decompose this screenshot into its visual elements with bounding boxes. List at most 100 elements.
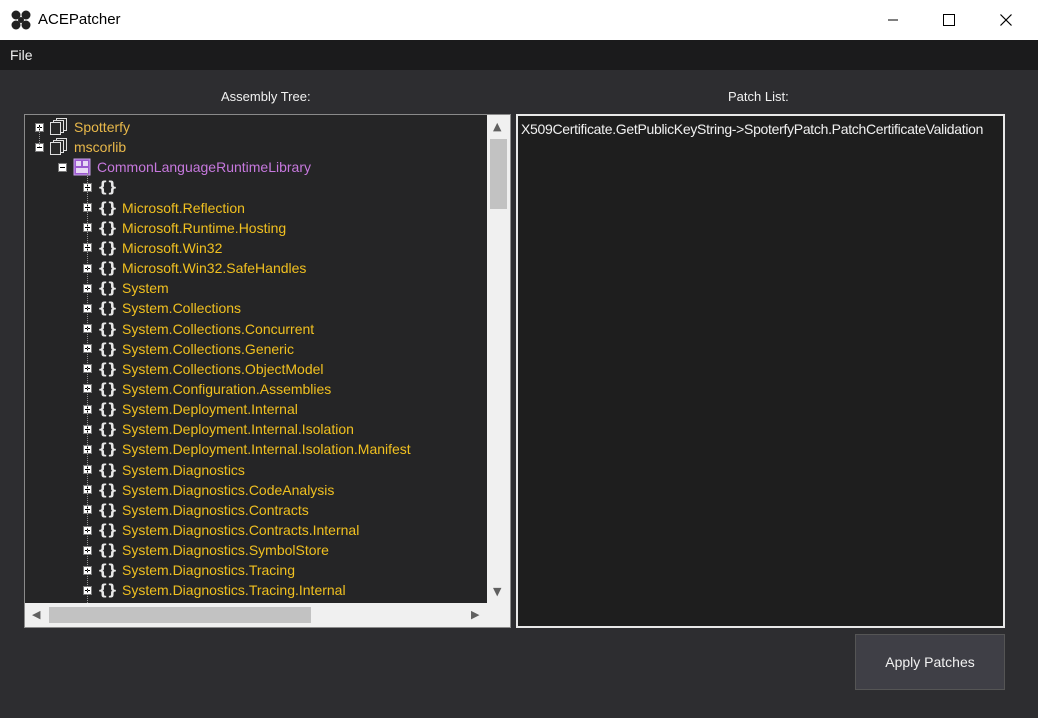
tree-node-label: Spotterfy	[74, 119, 131, 135]
namespace-icon: {}	[97, 561, 117, 580]
tree-node-namespace[interactable]: {} System.Deployment.Internal	[83, 399, 298, 419]
menu-file[interactable]: File	[10, 47, 33, 63]
namespace-icon: {}	[97, 279, 117, 298]
namespace-icon: {}	[97, 440, 117, 459]
close-button[interactable]	[977, 0, 1035, 40]
menu-bar: File	[0, 40, 1038, 70]
tree-node-label: System.Deployment.Internal	[122, 401, 298, 418]
title-bar: ACEPatcher	[0, 0, 1038, 40]
tree-vertical-scroll-thumb[interactable]	[490, 139, 507, 209]
tree-node-namespace[interactable]: {} System.Collections.ObjectModel	[83, 359, 324, 379]
scroll-left-icon[interactable]: ◀	[32, 608, 40, 621]
tree-node-label: System.Diagnostics.SymbolStore	[122, 542, 329, 559]
assembly-tree[interactable]: Spotterfy mscorlib CommonLanguageRuntimeLi…	[24, 114, 511, 628]
window-title: ACEPatcher	[38, 11, 121, 28]
tree-node-namespace[interactable]: {} System.Diagnostics	[83, 460, 245, 480]
tree-node-label: System.Diagnostics.Tracing	[122, 562, 295, 579]
tree-node-label: CommonLanguageRuntimeLibrary	[97, 159, 312, 176]
tree-node-namespace[interactable]: {} System.Collections.Generic	[83, 339, 294, 359]
namespace-icon: {}	[97, 259, 117, 278]
namespace-icon: {}	[97, 198, 117, 217]
tree-node-label: System.Collections.Concurrent	[122, 320, 315, 337]
tree-horizontal-scroll-thumb[interactable]	[49, 607, 311, 623]
tree-node-assembly[interactable]: Spotterfy	[35, 117, 130, 137]
tree-node-label: System.Collections	[122, 300, 242, 317]
assembly-icon	[49, 117, 69, 137]
scrollbar-corner	[487, 603, 510, 627]
scroll-down-icon[interactable]: ▼	[493, 585, 501, 598]
tree-node-namespace[interactable]: {} System.Diagnostics.Contracts	[83, 500, 309, 520]
namespace-icon: {}	[97, 400, 117, 419]
tree-node-namespace[interactable]: {} System.Deployment.Internal.Isolation	[83, 419, 354, 439]
assembly-tree-content: Spotterfy mscorlib CommonLanguageRuntimeLi…	[25, 115, 487, 603]
maximize-button[interactable]	[920, 0, 978, 40]
namespace-icon: {}	[97, 500, 117, 519]
patch-list[interactable]: X509Certificate.GetPublicKeyString->Spot…	[516, 114, 1005, 628]
tree-node-namespace[interactable]: {} System.Configuration.Assemblies	[83, 379, 331, 399]
scroll-up-icon[interactable]: ▲	[493, 120, 501, 133]
assembly-icon	[49, 137, 69, 157]
tree-horizontal-scrollbar[interactable]: ◀ ▶	[25, 603, 487, 627]
tree-node-namespace[interactable]: {} System.Diagnostics.Tracing	[83, 560, 295, 580]
namespace-icon: {}	[97, 521, 117, 539]
tree-node-namespace[interactable]: {} System.Diagnostics.Contracts.Internal	[83, 520, 359, 540]
tree-node-namespace[interactable]: {} System.Diagnostics.Tracing.Internal	[83, 580, 346, 600]
tree-node-module[interactable]: CommonLanguageRuntimeLibrary	[58, 157, 311, 177]
tree-node-namespace[interactable]: {} System.Deployment.Internal.Isolation.M…	[83, 439, 411, 459]
tree-node-label: System.Collections.ObjectModel	[122, 360, 324, 377]
tree-node-label: System.Diagnostics.Contracts	[122, 501, 309, 518]
namespace-icon: {}	[97, 178, 117, 197]
tree-node-namespace[interactable]: {} Microsoft.Win32.SafeHandles	[83, 258, 306, 278]
tree-connector-line	[87, 173, 88, 603]
collapse-toggle-icon[interactable]	[58, 162, 67, 172]
namespace-icon: {}	[97, 238, 117, 257]
namespace-icon: {}	[97, 541, 117, 560]
tree-connector-line	[39, 127, 40, 148]
maximize-icon	[943, 14, 955, 26]
namespace-icon: {}	[97, 299, 117, 318]
close-icon	[1000, 14, 1012, 26]
tree-node-label: System.Diagnostics	[122, 461, 245, 478]
tree-node-namespace[interactable]: {} System.Diagnostics.SymbolStore	[83, 540, 329, 560]
tree-node-label: System.Diagnostics.Tracing.Internal	[122, 582, 346, 599]
namespace-icon: {}	[97, 460, 117, 479]
tree-node-namespace[interactable]: {}	[83, 177, 122, 197]
tree-node-label: System.Configuration.Assemblies	[122, 380, 332, 397]
tree-node-namespace[interactable]: {} Microsoft.Runtime.Hosting	[83, 218, 286, 238]
app-logo-icon	[11, 10, 31, 30]
namespace-icon: {}	[97, 359, 117, 378]
tree-node-namespace[interactable]: {} System.Collections.Concurrent	[83, 319, 314, 339]
tree-node-label: System.Diagnostics.CodeAnalysis	[122, 481, 335, 498]
patch-list-label: Patch List:	[728, 89, 789, 104]
tree-node-label: mscorlib	[74, 139, 127, 156]
tree-node-label: System.Deployment.Internal.Isolation.Man…	[122, 441, 411, 458]
namespace-icon: {}	[97, 339, 117, 358]
namespace-icon: {}	[97, 581, 117, 600]
tree-node-namespace[interactable]: {} Microsoft.Win32	[83, 238, 222, 258]
tree-node-namespace[interactable]: {} System	[83, 278, 169, 298]
tree-node-label: System.Deployment.Internal.Isolation	[122, 421, 354, 438]
tree-vertical-scrollbar[interactable]: ▲ ▼	[487, 115, 510, 603]
patch-list-item[interactable]: X509Certificate.GetPublicKeyString->Spot…	[521, 121, 983, 137]
assembly-tree-label: Assembly Tree:	[221, 89, 311, 104]
tree-node-label: System.Collections.Generic	[122, 340, 294, 357]
tree-node-label: Microsoft.Win32.SafeHandles	[122, 260, 307, 277]
namespace-icon: {}	[97, 420, 117, 439]
namespace-icon: {}	[97, 218, 117, 237]
tree-node-namespace[interactable]: {} System.Collections	[83, 298, 241, 318]
tree-node-label: Microsoft.Win32	[122, 239, 223, 256]
tree-node-assembly[interactable]: mscorlib	[35, 137, 126, 157]
namespace-icon: {}	[97, 379, 117, 398]
module-icon	[72, 157, 92, 177]
tree-node-label: System.Diagnostics.Contracts.Internal	[122, 522, 360, 538]
minimize-button[interactable]	[864, 0, 922, 40]
minimize-icon	[888, 19, 898, 21]
namespace-icon: {}	[97, 319, 117, 338]
tree-node-label: Microsoft.Reflection	[122, 199, 245, 216]
tree-node-label: System	[122, 280, 169, 297]
apply-patches-button[interactable]: Apply Patches	[855, 634, 1005, 690]
tree-node-namespace[interactable]: {} System.Diagnostics.CodeAnalysis	[83, 480, 334, 500]
scroll-right-icon[interactable]: ▶	[471, 608, 479, 621]
namespace-icon: {}	[97, 480, 117, 499]
tree-node-namespace[interactable]: {} Microsoft.Reflection	[83, 198, 245, 218]
